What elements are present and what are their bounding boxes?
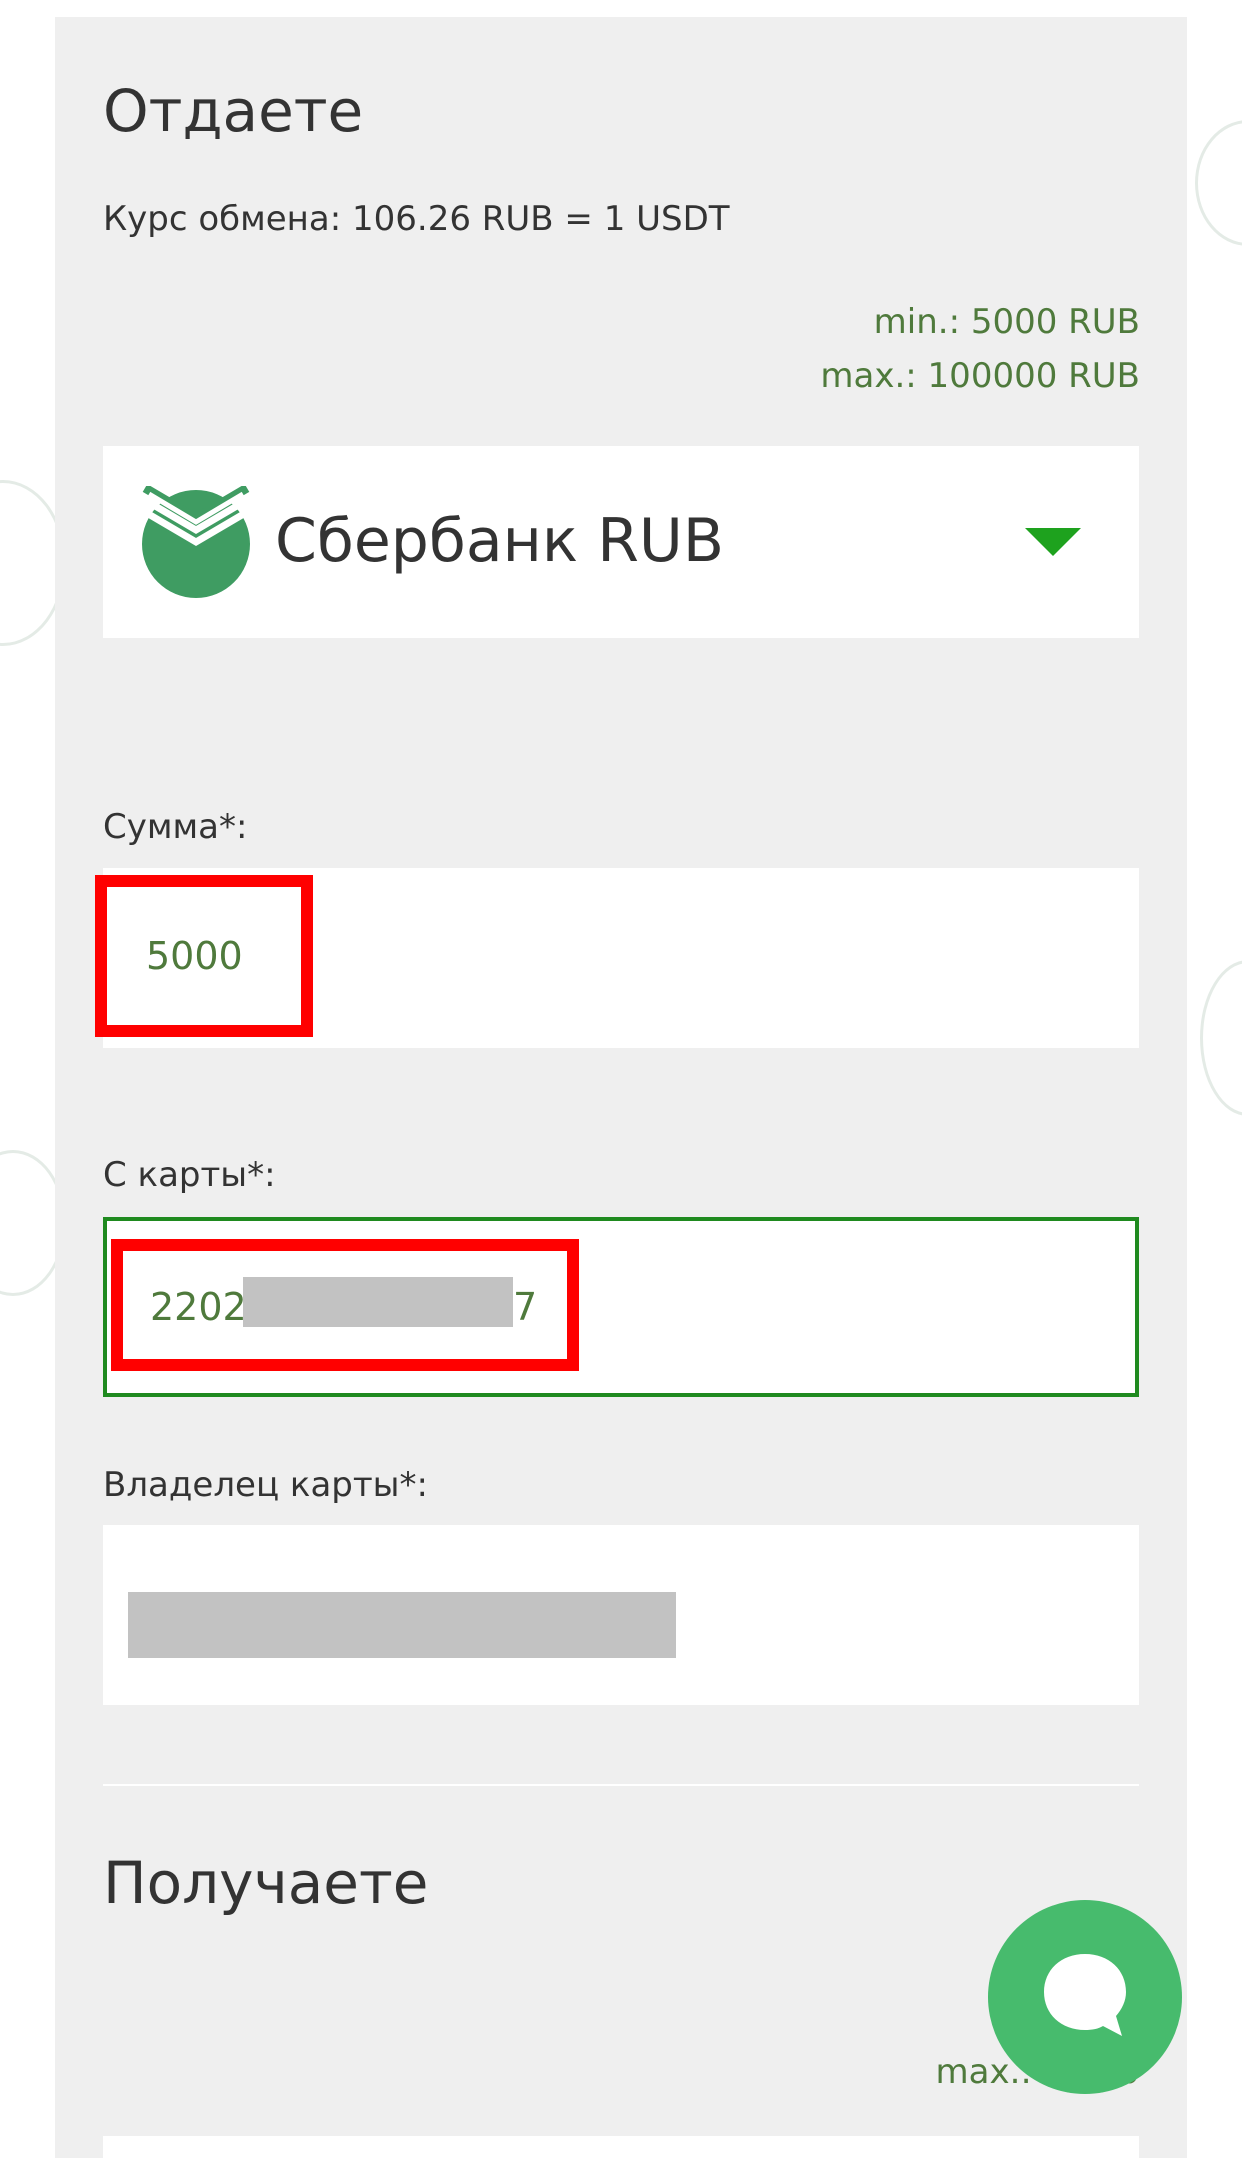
highlight-box: [111, 1239, 579, 1371]
background-decoration: [1200, 960, 1242, 1116]
give-max-limit: max.: 100000 RUB: [820, 356, 1140, 396]
card-label: С карты*:: [103, 1155, 276, 1195]
receive-section-title: Получаете: [103, 1849, 429, 1917]
highlight-box: [95, 875, 313, 1037]
exchange-rate: Курс обмена: 106.26 RUB = 1 USDT: [103, 199, 730, 239]
give-section-title: Отдаете: [103, 77, 364, 145]
give-limits: min.: 5000 RUB max.: 100000 RUB: [820, 295, 1140, 403]
amount-label: Сумма*:: [103, 807, 248, 847]
exchange-form-panel: Отдаете Курс обмена: 106.26 RUB = 1 USDT…: [55, 17, 1187, 2158]
card-owner-input[interactable]: [103, 1525, 1139, 1705]
card-owner-label: Владелец карты*:: [103, 1465, 428, 1505]
section-divider: [103, 1784, 1139, 1786]
redacted-owner-name: [128, 1592, 676, 1658]
background-decoration: [1195, 120, 1242, 246]
chat-bubble-icon: [1044, 1954, 1126, 2036]
sberbank-logo-icon: [142, 486, 250, 598]
give-min-limit: min.: 5000 RUB: [873, 302, 1140, 342]
chevron-down-icon[interactable]: [1025, 528, 1081, 556]
selected-currency: Сбербанк RUB: [275, 506, 724, 576]
currency-select[interactable]: Сбербанк RUB: [103, 446, 1139, 638]
chat-button[interactable]: [988, 1900, 1182, 2094]
receive-currency-select[interactable]: [103, 2136, 1139, 2158]
